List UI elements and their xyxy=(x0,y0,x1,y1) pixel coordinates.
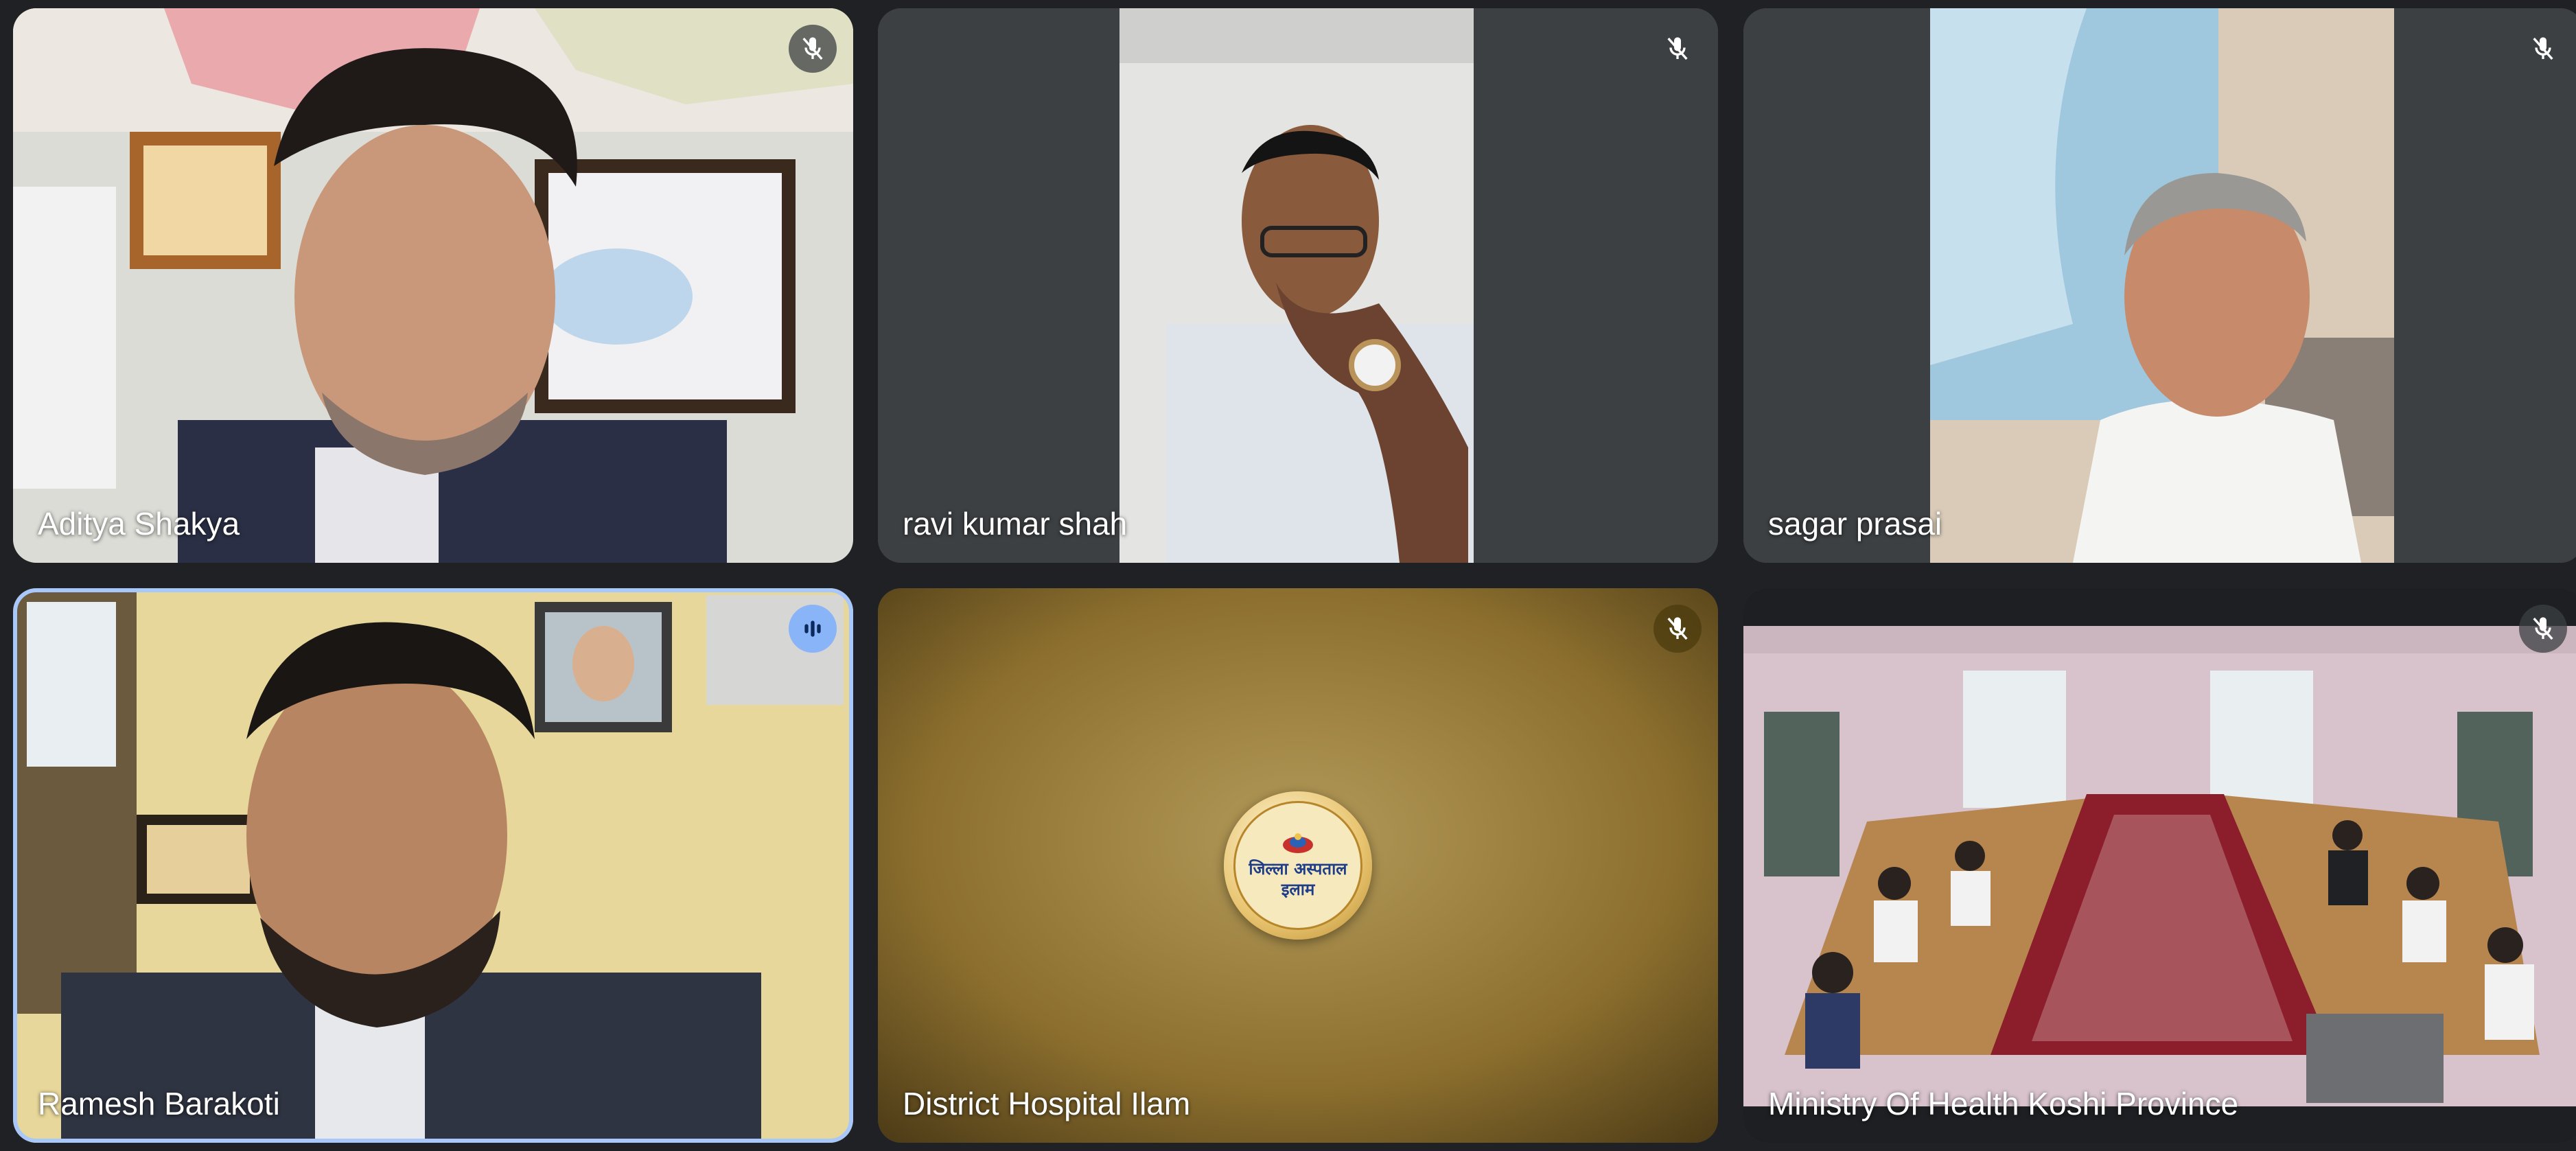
participant-video xyxy=(1743,588,2576,1143)
participant-name: Ministry Of Health Koshi Province xyxy=(1768,1086,2239,1121)
audio-level-icon xyxy=(789,605,837,653)
mic-off-icon xyxy=(1653,605,1702,653)
mic-off-icon xyxy=(2519,25,2567,73)
participant-name: Ramesh Barakoti xyxy=(38,1086,280,1121)
participant-video xyxy=(1743,8,2576,563)
participant-tile-sagar-prasai[interactable]: sagar prasai xyxy=(1743,8,2576,563)
participant-tile-aditya-shakya[interactable]: Aditya Shakya xyxy=(13,8,853,563)
mic-off-icon xyxy=(1653,25,1702,73)
mic-off-icon xyxy=(2519,605,2567,653)
participant-name: Aditya Shakya xyxy=(38,506,240,542)
logo-text-line2: इलाम xyxy=(1281,880,1315,899)
participant-name: ravi kumar shah xyxy=(903,506,1128,542)
participant-video xyxy=(13,8,853,563)
participant-tile-district-hospital-ilam[interactable]: जिल्ला अस्पताल इलाम District Hospital Il… xyxy=(878,588,1718,1143)
participant-tile-ministry-of-health-koshi[interactable]: Ministry Of Health Koshi Province xyxy=(1743,588,2576,1143)
mic-off-icon xyxy=(789,25,837,73)
participant-name: District Hospital Ilam xyxy=(903,1086,1191,1121)
participant-name: sagar prasai xyxy=(1768,506,1942,542)
participant-video xyxy=(13,588,853,1143)
participant-tile-ramesh-barakoti[interactable]: Ramesh Barakoti xyxy=(13,588,853,1143)
logo-text-line1: जिल्ला अस्पताल xyxy=(1249,859,1347,879)
participant-tile-ravi-kumar-shah[interactable]: ravi kumar shah xyxy=(878,8,1718,563)
emblem-icon xyxy=(1283,833,1313,853)
hospital-logo: जिल्ला अस्पताल इलाम xyxy=(1224,791,1372,940)
participant-video xyxy=(878,8,1718,563)
